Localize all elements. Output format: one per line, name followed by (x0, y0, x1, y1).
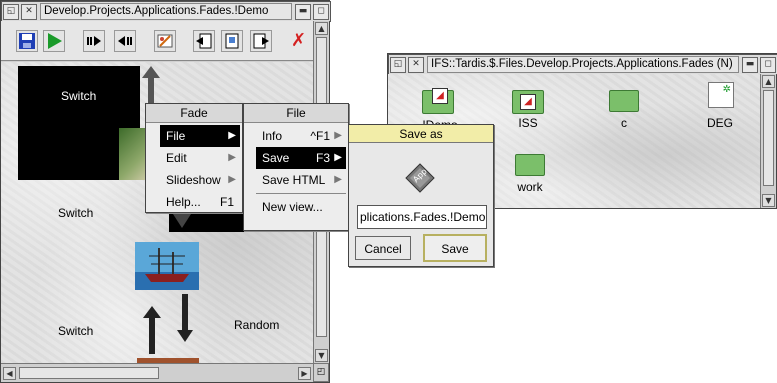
horizontal-scroll-thumb[interactable] (19, 367, 159, 379)
delete-icon[interactable]: ✗ (291, 31, 309, 51)
filer-item-name: work (517, 180, 543, 194)
filer-item-iss[interactable]: ◢ ISS (508, 86, 548, 136)
toggle-size-icon[interactable]: ◻ (313, 3, 329, 20)
menu-item-help[interactable]: Help... F1 (160, 191, 240, 213)
toggle-size-icon[interactable]: ◻ (760, 56, 776, 73)
iconise-icon[interactable]: ▬ (295, 3, 311, 20)
down-arrow-icon (177, 294, 193, 342)
submenu-arrow-icon: ▶ (228, 174, 236, 185)
previous-slide-icon[interactable] (114, 30, 136, 52)
menu-item-shortcut: F1 (219, 195, 234, 209)
filer-item-name: DEG (706, 116, 733, 130)
down-triangle-icon (173, 214, 191, 232)
menu-item-save-html[interactable]: Save HTML ▶ (256, 169, 346, 191)
resize-icon[interactable]: ◰ (313, 363, 329, 382)
menu-separator (256, 193, 346, 194)
horizontal-scrollbar[interactable]: ◀ ▶ (1, 363, 313, 382)
import-icon[interactable] (193, 30, 215, 52)
menu-item-save[interactable]: Save F3 ▶ (256, 147, 346, 169)
filer-item-name: c (621, 116, 627, 130)
menu-item-shortcut: F3 (315, 151, 330, 165)
scroll-up-icon[interactable]: ▲ (762, 75, 775, 88)
slide-label-switch: Switch (61, 89, 97, 103)
slide-label-random: Random (234, 318, 280, 332)
menu-item-label: Save (262, 151, 290, 165)
submenu-arrow-icon: ▶ (334, 130, 342, 141)
menu-item-label: Slideshow (166, 173, 221, 187)
menu-item-label: Info (262, 129, 283, 143)
export-icon[interactable] (250, 30, 272, 52)
edit-slide-icon[interactable] (154, 30, 176, 52)
cancel-button[interactable]: Cancel (355, 236, 411, 260)
save-as-title: Save as (349, 125, 493, 143)
menu-item-shortcut: ^F1 (310, 129, 330, 143)
filer-vertical-scrollbar[interactable]: ▲ ▼ (760, 74, 776, 208)
submenu-arrow-icon: ▶ (334, 152, 342, 163)
save-button[interactable]: Save (423, 234, 487, 262)
back-icon[interactable]: ◱ (390, 56, 406, 73)
iconise-icon[interactable]: ▬ (742, 56, 758, 73)
slide-label-switch: Switch (58, 206, 94, 220)
menu-item-edit[interactable]: Edit ▶ (160, 147, 240, 169)
menu-item-slideshow[interactable]: Slideshow ▶ (160, 169, 240, 191)
submenu-arrow-icon: ▶ (228, 152, 236, 163)
scroll-left-icon[interactable]: ◀ (3, 367, 16, 380)
filer-window-title: IFS::Tardis.$.Files.Develop.Projects.App… (427, 56, 739, 73)
up-arrow-icon (143, 306, 161, 354)
filer-item-deg[interactable]: ✲ DEG (700, 80, 740, 136)
directory-icon (515, 154, 545, 176)
back-icon[interactable]: ◱ (3, 3, 19, 20)
save-as-dialog: Save as App plications.Fades.!Demo Cance… (348, 124, 494, 267)
window-title: Develop.Projects.Applications.Fades.!Dem… (40, 3, 292, 20)
menu-item-label: Edit (166, 151, 187, 165)
demo-window-titlebar[interactable]: ◱ ✕ Develop.Projects.Applications.Fades.… (1, 1, 331, 22)
scroll-down-icon[interactable]: ▼ (762, 194, 775, 207)
fade-menu-title: Fade (146, 104, 242, 123)
filer-item-c[interactable]: c (604, 86, 644, 136)
run-icon[interactable] (43, 30, 65, 52)
scroll-right-icon[interactable]: ▶ (298, 367, 311, 380)
filename-input[interactable]: plications.Fades.!Demo (357, 205, 487, 229)
app-drag-icon[interactable]: App (405, 163, 435, 193)
app-sprite-icon: ◢ (520, 94, 536, 110)
toolbar: ✗ (1, 21, 313, 61)
menu-item-info[interactable]: Info ^F1 ▶ (256, 125, 346, 147)
app-sprite-icon: ◢ (432, 88, 448, 104)
gear-icon: ✲ (722, 84, 731, 95)
filer-scroll-thumb[interactable] (763, 90, 774, 186)
scroll-down-icon[interactable]: ▼ (315, 349, 328, 362)
basic-file-icon: ✲ (708, 82, 734, 108)
menu-item-label: File (166, 129, 186, 143)
menu-item-label: New view... (262, 200, 323, 214)
file-menu-title: File (244, 104, 348, 123)
filer-item-work[interactable]: work (510, 150, 550, 200)
filer-item-name: ISS (518, 116, 538, 130)
slide-label-switch: Switch (58, 324, 94, 338)
next-slide-icon[interactable] (83, 30, 105, 52)
menu-item-new-view[interactable]: New view... (256, 196, 346, 218)
menu-item-file[interactable]: File ▶ (160, 125, 240, 147)
close-window-icon[interactable]: ✕ (21, 3, 37, 20)
submenu-arrow-icon: ▶ (334, 174, 342, 185)
slide-thumbnail-ship[interactable] (135, 242, 199, 290)
menu-item-label: Help... (166, 195, 201, 209)
save-icon[interactable] (16, 30, 38, 52)
scroll-up-icon[interactable]: ▲ (315, 22, 328, 35)
filer-window-titlebar[interactable]: ◱ ✕ IFS::Tardis.$.Files.Develop.Projects… (388, 54, 777, 75)
close-window-icon[interactable]: ✕ (408, 56, 424, 73)
directory-icon (609, 90, 639, 112)
submenu-arrow-icon: ▶ (228, 130, 236, 141)
document-icon[interactable] (221, 30, 243, 52)
fade-menu: Fade File ▶ Edit ▶ Slideshow ▶ Help... F… (145, 103, 243, 213)
file-submenu: File Info ^F1 ▶ Save F3 ▶ Save HTML ▶ Ne… (243, 103, 349, 231)
menu-item-label: Save HTML (262, 173, 326, 187)
